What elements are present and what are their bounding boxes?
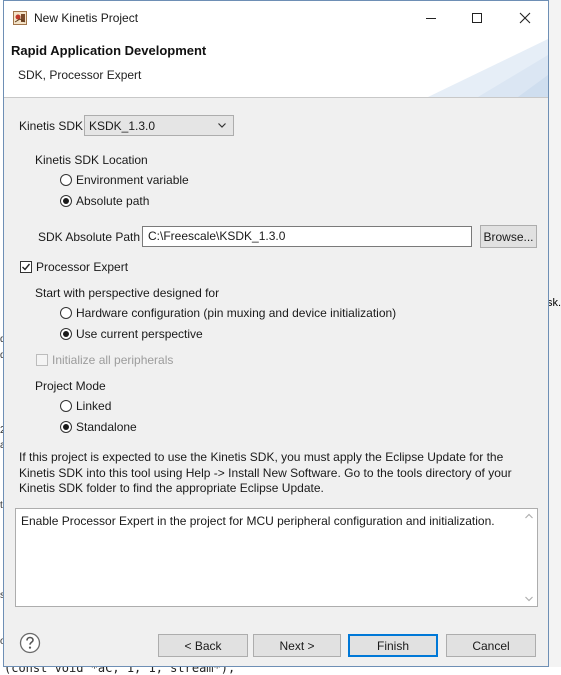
sdk-location-label: Kinetis SDK Location [35, 153, 148, 167]
description-text: Enable Processor Expert in the project f… [21, 514, 495, 528]
checkbox-box [20, 261, 32, 273]
sdk-absolute-path-label: SDK Absolute Path [38, 230, 141, 244]
description-scrollbar[interactable] [521, 509, 537, 606]
eclipse-app-icon [13, 11, 27, 25]
description-box: Enable Processor Expert in the project f… [15, 508, 538, 607]
next-button[interactable]: Next > [253, 634, 341, 657]
radio-indicator-selected [60, 195, 72, 207]
maximize-icon [472, 13, 482, 23]
kinetis-sdk-select[interactable]: KSDK_1.3.0 [84, 115, 234, 136]
banner-decoration [428, 39, 548, 97]
chevron-down-icon [218, 123, 226, 128]
sdk-update-info-text: If this project is expected to use the K… [19, 450, 512, 495]
radio-indicator [60, 400, 72, 412]
radio-indicator-selected [60, 328, 72, 340]
background-app-bottom: (const void *aC, 1, 1, stream*); [0, 667, 561, 675]
maximize-button[interactable] [454, 1, 500, 35]
background-app-right: sk. [547, 0, 561, 675]
sdk-absolute-path-input[interactable]: C:\Freescale\KSDK_1.3.0 [142, 226, 472, 247]
wizard-content: Kinetis SDK KSDK_1.3.0 Kinetis SDK Locat… [4, 98, 548, 613]
radio-label: Standalone [76, 420, 137, 434]
minimize-button[interactable] [408, 1, 454, 35]
radio-indicator [60, 174, 72, 186]
close-button[interactable] [502, 1, 548, 35]
processor-expert-checkbox[interactable]: Processor Expert [20, 260, 128, 274]
cancel-button[interactable]: Cancel [446, 634, 536, 657]
browse-button[interactable]: Browse... [480, 225, 537, 248]
new-project-dialog: New Kinetis Project Rapid Application De… [3, 0, 549, 667]
radio-environment-variable[interactable]: Environment variable [60, 173, 189, 187]
radio-label: Use current perspective [76, 327, 203, 341]
radio-current-perspective[interactable]: Use current perspective [60, 327, 203, 341]
title-bar[interactable]: New Kinetis Project [4, 1, 548, 35]
radio-label: Linked [76, 399, 112, 413]
page-title: Rapid Application Development [11, 43, 207, 58]
radio-indicator [60, 307, 72, 319]
kinetis-sdk-selected-value: KSDK_1.3.0 [89, 119, 156, 133]
background-text-fragment: sk. [547, 297, 561, 309]
window-title: New Kinetis Project [34, 11, 139, 25]
finish-button[interactable]: Finish [348, 634, 438, 657]
radio-linked[interactable]: Linked [60, 399, 111, 413]
radio-label: Absolute path [76, 194, 150, 208]
chevron-up-icon [525, 513, 533, 519]
wizard-footer: < Back Next > Finish Cancel [4, 613, 548, 667]
radio-label: Hardware configuration (pin muxing and d… [76, 306, 397, 320]
radio-standalone[interactable]: Standalone [60, 420, 137, 434]
checkbox-label: Processor Expert [36, 260, 129, 274]
close-icon [519, 12, 531, 24]
back-button[interactable]: < Back [158, 634, 248, 657]
initialize-peripherals-checkbox[interactable]: Initialize all peripherals [36, 353, 173, 367]
wizard-banner: Rapid Application Development SDK, Proce… [4, 35, 548, 98]
perspective-label: Start with perspective designed for [35, 286, 220, 300]
project-mode-label: Project Mode [35, 379, 106, 393]
chevron-down-icon [525, 596, 533, 602]
radio-hardware-configuration[interactable]: Hardware configuration (pin muxing and d… [60, 306, 396, 320]
radio-indicator-selected [60, 421, 72, 433]
minimize-icon [426, 18, 436, 19]
kinetis-sdk-label: Kinetis SDK [19, 119, 84, 133]
help-icon[interactable] [19, 632, 41, 654]
background-code-line: (const void *aC, 1, 1, stream*); [4, 667, 236, 675]
checkmark-icon [22, 263, 31, 271]
radio-label: Environment variable [76, 173, 189, 187]
checkbox-box [36, 354, 48, 366]
checkbox-label: Initialize all peripherals [52, 353, 174, 367]
page-subtitle: SDK, Processor Expert [18, 68, 142, 82]
radio-absolute-path[interactable]: Absolute path [60, 194, 149, 208]
